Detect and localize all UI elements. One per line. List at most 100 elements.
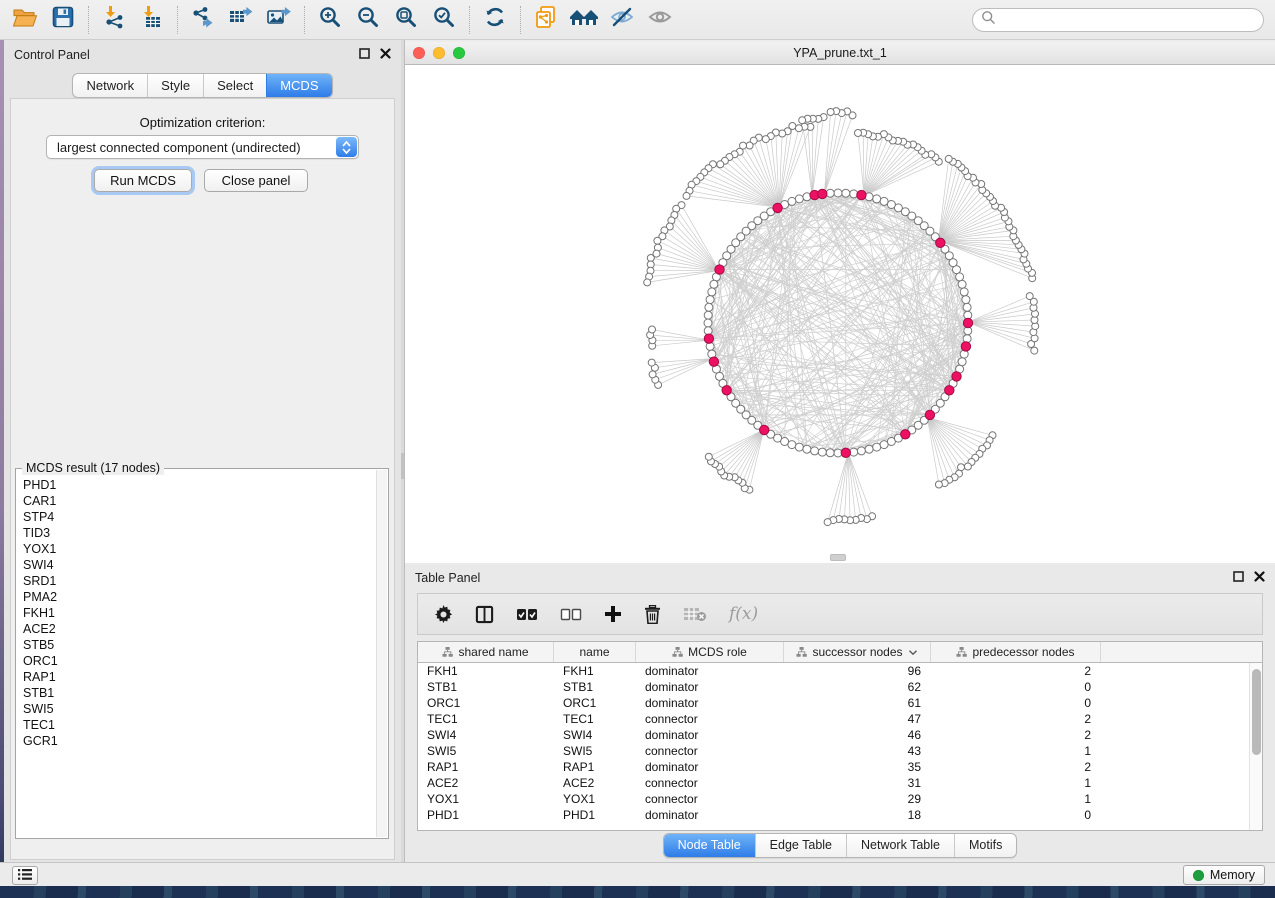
table-row[interactable]: SWI4SWI4dominator462 [418,727,1262,743]
refresh-layout-button[interactable] [476,4,514,36]
leaf-node[interactable] [935,481,942,488]
leaf-node[interactable] [964,463,971,470]
cell[interactable]: 62 [784,680,931,694]
mcds-result-item[interactable]: STB1 [23,685,375,701]
mcds-hub-node[interactable] [936,238,945,247]
cell[interactable]: YOX1 [418,792,554,806]
float-panel-icon[interactable] [1233,569,1244,587]
cell[interactable]: STB1 [418,680,554,694]
zoom-fit-button[interactable] [387,4,425,36]
cell[interactable]: 0 [931,680,1101,694]
cell[interactable]: dominator [636,664,784,678]
cell[interactable]: ORC1 [554,696,636,710]
scrollbar-thumb[interactable] [1252,669,1261,755]
mcds-result-item[interactable]: SWI4 [23,557,375,573]
mcds-hub-node[interactable] [773,203,782,212]
leaf-node[interactable] [648,359,655,366]
mcds-list-scrollbar[interactable] [376,470,387,837]
cell[interactable]: 1 [931,776,1101,790]
network-node[interactable] [880,441,888,449]
select-all-icon[interactable] [516,608,538,621]
cell[interactable]: RAP1 [554,760,636,774]
cell[interactable]: TEC1 [554,712,636,726]
table-row[interactable]: PHD1PHD1dominator180 [418,807,1262,823]
network-node[interactable] [865,445,873,453]
export-network-button[interactable] [184,4,222,36]
mcds-result-item[interactable]: FKH1 [23,605,375,621]
mcds-result-item[interactable]: SWI5 [23,701,375,717]
criterion-dropdown[interactable]: largest connected component (undirected) [46,135,359,159]
network-node[interactable] [958,358,966,366]
close-panel-icon[interactable] [1254,569,1265,587]
mcds-hub-node[interactable] [945,386,954,395]
cell[interactable]: 0 [931,696,1101,710]
mcds-result-item[interactable]: ORC1 [23,653,375,669]
cell[interactable]: TEC1 [418,712,554,726]
leaf-node[interactable] [644,279,651,286]
zoom-selected-button[interactable] [425,4,463,36]
leaf-node[interactable] [1031,347,1038,354]
show-hidden-button[interactable] [641,4,679,36]
cell[interactable]: 0 [931,808,1101,822]
leaf-node[interactable] [705,453,712,460]
import-network-button[interactable] [95,4,133,36]
column-header[interactable]: predecessor nodes [931,642,1101,662]
close-panel-icon[interactable] [380,46,391,64]
leaf-node[interactable] [779,130,786,137]
cell[interactable]: dominator [636,808,784,822]
mcds-result-item[interactable]: YOX1 [23,541,375,557]
cell[interactable]: 1 [931,792,1101,806]
cell[interactable]: connector [636,792,784,806]
leaf-node[interactable] [855,130,862,137]
mcds-hub-node[interactable] [841,448,850,457]
mcds-result-item[interactable]: TEC1 [23,717,375,733]
network-node[interactable] [795,443,803,451]
search-input[interactable] [996,13,1263,27]
leaf-node[interactable] [945,155,952,162]
leaf-node[interactable] [795,125,802,132]
column-header[interactable]: shared name [418,642,554,662]
close-panel-button[interactable]: Close panel [204,169,308,192]
network-node[interactable] [811,447,819,455]
cell[interactable]: PHD1 [418,808,554,822]
table-row[interactable]: RAP1RAP1dominator352 [418,759,1262,775]
network-node[interactable] [704,311,712,319]
network-node[interactable] [788,441,796,449]
mcds-hub-node[interactable] [963,318,972,327]
cell[interactable]: ACE2 [418,776,554,790]
table-row[interactable]: TEC1TEC1connector472 [418,711,1262,727]
network-node[interactable] [962,296,970,304]
leaf-node[interactable] [647,255,654,262]
mcds-result-item[interactable]: PMA2 [23,589,375,605]
cell[interactable]: FKH1 [554,664,636,678]
cell[interactable]: PHD1 [554,808,636,822]
network-node[interactable] [873,443,881,451]
cell[interactable]: 46 [784,728,931,742]
hide-selected-button[interactable] [603,4,641,36]
network-node[interactable] [963,303,971,311]
column-header[interactable]: name [554,642,636,662]
network-node[interactable] [710,280,718,288]
tab-motifs[interactable]: Motifs [954,834,1016,857]
mcds-hub-node[interactable] [818,189,827,198]
cell[interactable]: 35 [784,760,931,774]
search-box[interactable] [972,8,1264,32]
clear-selection-icon[interactable] [560,608,582,621]
network-node[interactable] [960,288,968,296]
create-column-icon[interactable] [604,605,622,623]
zoom-out-button[interactable] [349,4,387,36]
mcds-result-item[interactable]: RAP1 [23,669,375,685]
float-panel-icon[interactable] [359,46,370,64]
mcds-result-item[interactable]: STP4 [23,509,375,525]
cell[interactable]: ACE2 [554,776,636,790]
mcds-hub-node[interactable] [704,334,713,343]
network-node[interactable] [887,201,895,209]
mcds-hub-node[interactable] [722,386,731,395]
export-image-button[interactable] [260,4,298,36]
network-node[interactable] [788,197,796,205]
cell[interactable]: FKH1 [418,664,554,678]
cell[interactable]: 2 [931,664,1101,678]
column-header[interactable]: successor nodes [784,642,931,662]
leaf-node[interactable] [824,519,831,526]
network-from-selection-button[interactable] [527,4,565,36]
